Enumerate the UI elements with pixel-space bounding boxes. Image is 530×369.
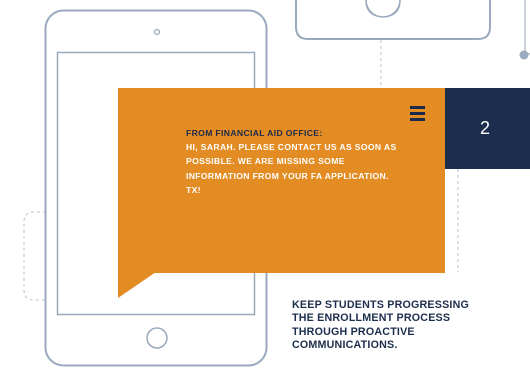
step-badge: 2 xyxy=(445,88,530,169)
message-sender: FROM FINANCIAL AID OFFICE: xyxy=(186,128,323,138)
dashed-connector-left xyxy=(23,211,46,301)
home-button-icon xyxy=(365,0,401,18)
connector-dot-icon xyxy=(519,50,529,60)
caption-line: KEEP STUDENTS PROGRESSING xyxy=(292,299,470,311)
step-number: 2 xyxy=(479,118,490,138)
camera-dot-icon xyxy=(153,28,161,36)
sms-message: FROM FINANCIAL AID OFFICE: HI, SARAH. PL… xyxy=(186,126,401,197)
menu-icon[interactable] xyxy=(410,106,425,122)
caption-line: THE ENROLLMENT PROCESS xyxy=(292,312,451,325)
phone-outline-icon-top xyxy=(295,0,491,40)
caption-line: THROUGH PROACTIVE xyxy=(292,325,415,338)
message-bubble-tail xyxy=(118,272,156,298)
right-connector xyxy=(519,0,530,60)
home-button-icon xyxy=(146,327,168,349)
caption-line: COMMUNICATIONS. xyxy=(292,338,398,351)
caption: KEEP STUDENTS PROGRESSING THE ENROLLMENT… xyxy=(292,299,530,352)
message-body: HI, SARAH. PLEASE CONTACT US AS SOON AS … xyxy=(186,142,397,195)
phone-body-top xyxy=(295,0,491,40)
